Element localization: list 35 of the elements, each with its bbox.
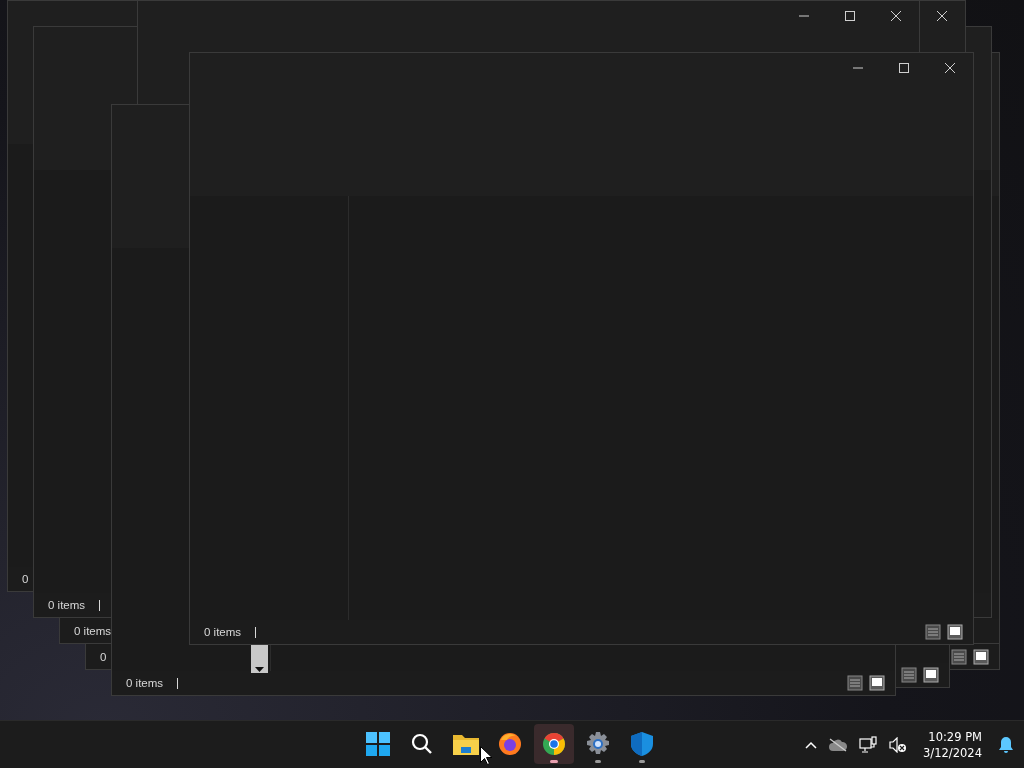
tiles-view-button[interactable] [923,667,941,683]
chrome-icon [542,732,566,756]
tiles-view-button[interactable] [973,649,991,665]
taskbar-app-button[interactable] [534,724,574,764]
details-view-button[interactable] [847,675,865,691]
folder-icon [453,733,479,755]
scroll-down-button[interactable] [251,645,268,673]
item-count: 0 items [204,626,242,638]
bell-icon[interactable] [998,735,1014,754]
item-count: 0 items [74,625,112,637]
network-icon[interactable] [859,735,878,754]
details-view-button[interactable] [925,624,943,640]
close-icon [937,11,947,21]
details-view-button[interactable] [951,649,969,665]
item-count: 0 items [48,599,86,611]
item-count: 0 [100,651,107,663]
cloud-off-icon[interactable] [829,737,848,752]
clock[interactable]: 10:29 PM 3/12/2024 [919,728,986,761]
firefox-icon [498,732,522,756]
details-view-button[interactable] [901,667,919,683]
maximize-icon [845,11,855,21]
chevron-up-icon[interactable] [805,740,818,749]
item-count: 0 [22,573,29,585]
search-icon [411,733,433,755]
item-count: 0 items [126,677,164,689]
tiles-view-button[interactable] [947,624,965,640]
mouse-pointer-icon [480,746,492,765]
gear-icon [586,732,610,756]
windows-logo-icon [366,732,390,756]
speaker-muted-icon[interactable] [889,736,908,753]
tiles-view-button[interactable] [869,675,887,691]
maximize-icon [899,63,909,73]
shield-icon [631,732,653,756]
close-icon [945,63,955,73]
close-icon [891,11,901,21]
